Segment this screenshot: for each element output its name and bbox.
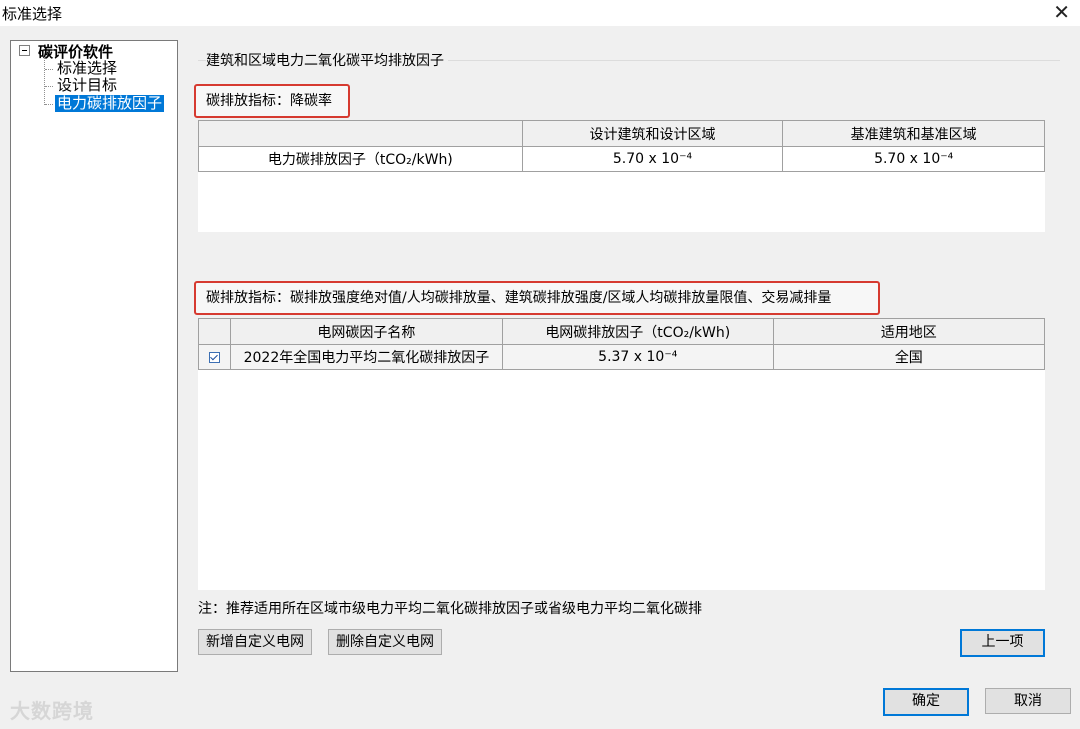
column-header (198, 120, 523, 147)
table-row[interactable]: 电力碳排放因子（tCO₂/kWh) 5.70 x 10⁻⁴ 5.70 x 10⁻… (198, 146, 1045, 172)
tree-connector (44, 57, 45, 105)
navigation-tree: 碳评价软件 标准选择 设计目标 电力碳排放因子 (10, 40, 178, 672)
column-header: 电网碳排放因子（tCO₂/kWh) (501, 318, 774, 345)
table-cell[interactable]: 5.70 x 10⁻⁴ (782, 146, 1045, 172)
section1-table: 设计建筑和设计区域 基准建筑和基准区域 电力碳排放因子（tCO₂/kWh) 5.… (198, 120, 1045, 172)
row-checkbox[interactable] (198, 344, 231, 370)
add-custom-grid-button[interactable]: 新增自定义电网 (198, 629, 312, 655)
tree-connector (45, 86, 53, 87)
section1-grid: 设计建筑和设计区域 基准建筑和基准区域 电力碳排放因子（tCO₂/kWh) 5.… (198, 120, 1045, 232)
column-header: 适用地区 (772, 318, 1046, 345)
column-header: 设计建筑和设计区域 (521, 120, 784, 147)
table-cell: 2022年全国电力平均二氧化碳排放因子 (229, 344, 503, 370)
section2-grid: 电网碳因子名称 电网碳排放因子（tCO₂/kWh) 适用地区 2022年全国电力… (198, 318, 1046, 590)
group-title: 建筑和区域电力二氧化碳平均排放因子 (206, 50, 448, 70)
tree-item-design-target[interactable]: 设计目标 (55, 77, 119, 94)
section1-label: 碳排放指标：降碳率 (194, 84, 350, 118)
window-title: 标准选择 (2, 5, 63, 23)
cancel-button[interactable]: 取消 (985, 688, 1071, 714)
table-cell: 全国 (772, 344, 1046, 370)
title-bar: 标准选择 ✕ (0, 0, 1080, 26)
main-panel: 建筑和区域电力二氧化碳平均排放因子 碳排放指标：降碳率 设计建筑和设计区域 基准… (184, 40, 1070, 670)
close-icon[interactable]: ✕ (1053, 1, 1070, 23)
column-header: 基准建筑和基准区域 (782, 120, 1045, 147)
table-row[interactable]: 2022年全国电力平均二氧化碳排放因子 5.37 x 10⁻⁴ 全国 (198, 344, 1046, 370)
table-cell[interactable]: 5.70 x 10⁻⁴ (521, 146, 784, 172)
watermark-logo: 大数跨境 (10, 699, 94, 723)
tree-connector (45, 104, 53, 105)
column-header: 电网碳因子名称 (229, 318, 503, 345)
table-cell: 电力碳排放因子（tCO₂/kWh) (198, 146, 523, 172)
section2-label: 碳排放指标：碳排放强度绝对值/人均碳排放量、建筑碳排放强度/区域人均碳排放量限值… (194, 281, 880, 315)
table-cell: 5.37 x 10⁻⁴ (501, 344, 774, 370)
column-header (198, 318, 231, 345)
tree-item-electricity-emission-factor[interactable]: 电力碳排放因子 (55, 95, 165, 112)
previous-button[interactable]: 上一项 (960, 629, 1045, 657)
collapse-icon[interactable] (19, 45, 30, 56)
ok-button[interactable]: 确定 (883, 688, 969, 716)
tree-connector (45, 69, 53, 70)
section2-table: 电网碳因子名称 电网碳排放因子（tCO₂/kWh) 适用地区 2022年全国电力… (198, 318, 1046, 370)
checkbox-checked-icon[interactable] (208, 351, 220, 363)
delete-custom-grid-button[interactable]: 删除自定义电网 (328, 629, 442, 655)
tree-item-standard-selection[interactable]: 标准选择 (55, 60, 119, 77)
recommendation-note: 注：推荐适用所在区域市级电力平均二氧化碳排放因子或省级电力平均二氧化碳排 (198, 601, 702, 617)
